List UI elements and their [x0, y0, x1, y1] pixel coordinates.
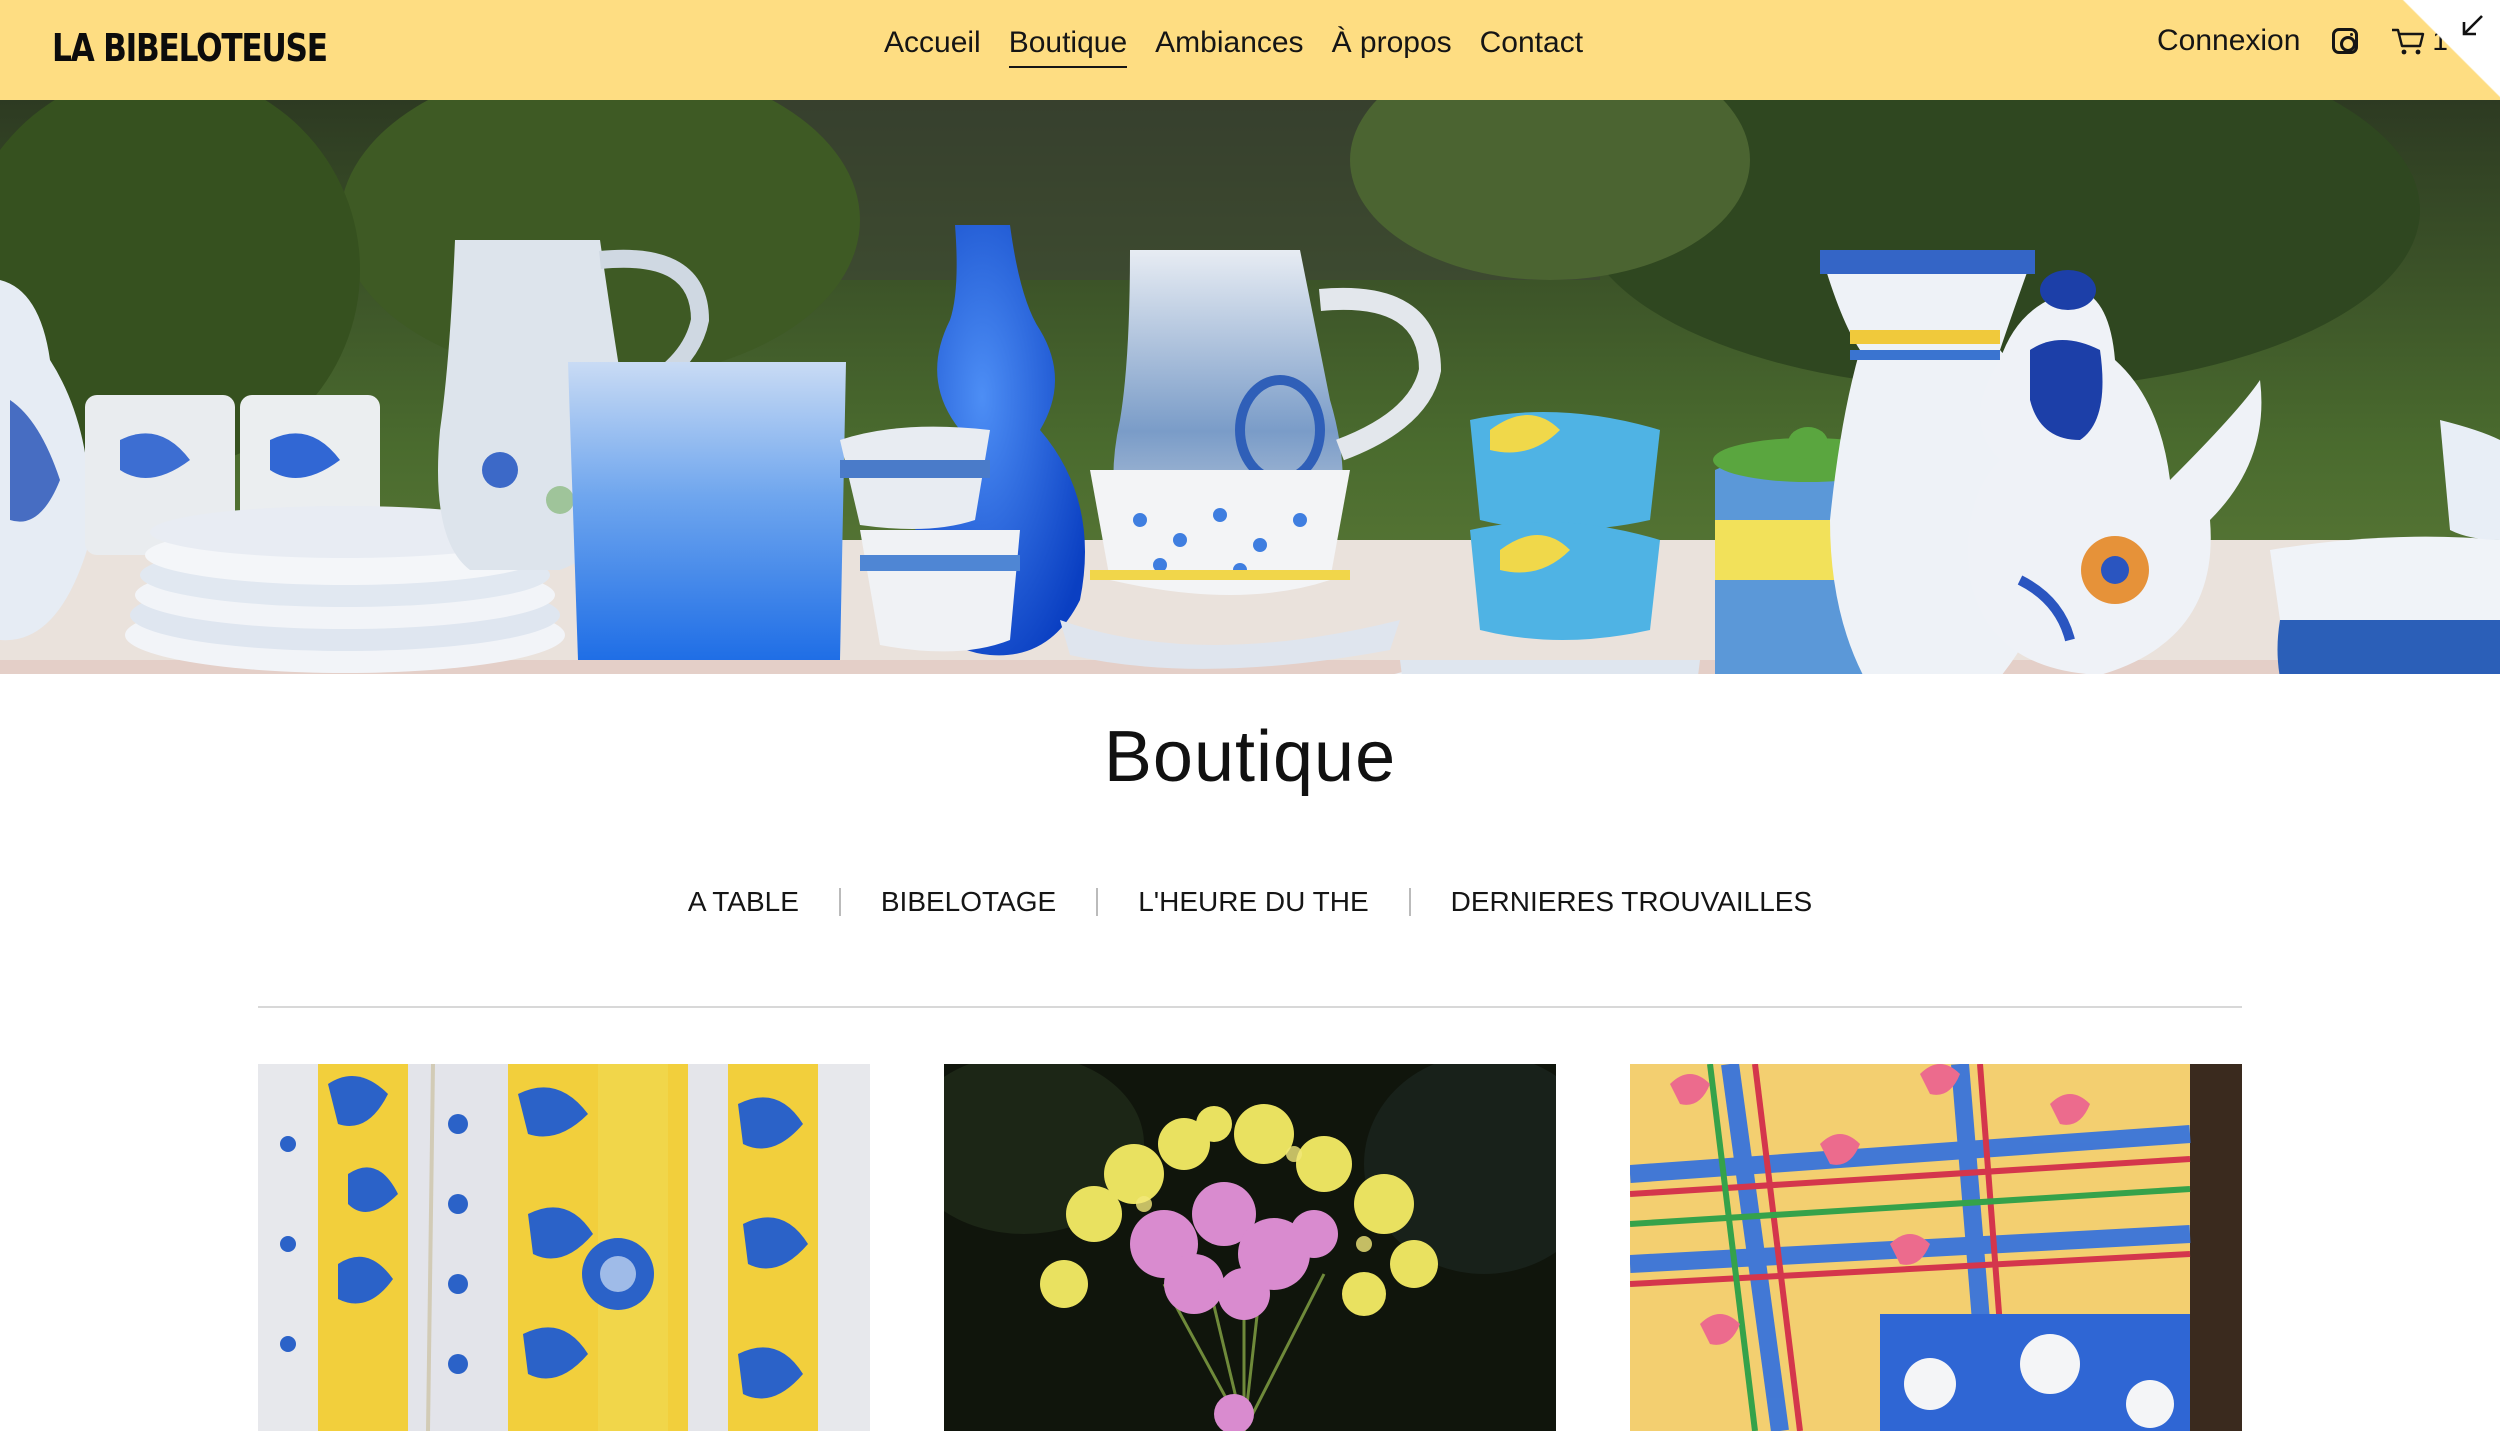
nav-item-boutique[interactable]: Boutique [1008, 26, 1128, 68]
main-nav: Accueil Boutique Ambiances À propos Cont… [884, 26, 1583, 68]
nav-item-contact[interactable]: Contact [1480, 26, 1583, 68]
category-filters: A TABLE BIBELOTAGE L'HEURE DU THE DERNIE… [0, 886, 2500, 918]
colorful-floral-tablecloth [1630, 1064, 2242, 1431]
nav-item-a-propos[interactable]: À propos [1332, 26, 1452, 68]
dried-flower-bouquet [944, 1064, 1556, 1431]
collapse-arrow-icon [2462, 15, 2483, 36]
login-link[interactable]: Connexion [2157, 24, 2300, 58]
category-bibelotage[interactable]: BIBELOTAGE [841, 886, 1096, 918]
category-dernieres-trouvailles[interactable]: DERNIERES TROUVAILLES [1411, 886, 1853, 918]
instagram-icon[interactable] [2332, 28, 2359, 54]
product-card[interactable] [944, 1064, 1556, 1431]
nav-item-ambiances[interactable]: Ambiances [1155, 26, 1303, 68]
site-header: LA BIBELOTEUSE Accueil Boutique Ambiance… [0, 0, 2500, 100]
product-card[interactable] [258, 1064, 870, 1431]
blue-yellow-provencal-tablecloth [258, 1064, 870, 1431]
product-grid [258, 1064, 2242, 1431]
site-logo[interactable]: LA BIBELOTEUSE [52, 26, 328, 70]
section-divider [258, 1006, 2242, 1008]
page-corner-fold[interactable] [2400, 0, 2500, 100]
hero-image [0, 100, 2500, 674]
hero-tableware-image [0, 100, 2500, 674]
nav-item-accueil[interactable]: Accueil [884, 26, 981, 68]
page-title: Boutique [1103, 717, 1397, 797]
product-card[interactable] [1630, 1064, 2242, 1431]
category-heure-du-the[interactable]: L'HEURE DU THE [1098, 886, 1408, 918]
category-a-table[interactable]: A TABLE [648, 886, 839, 918]
